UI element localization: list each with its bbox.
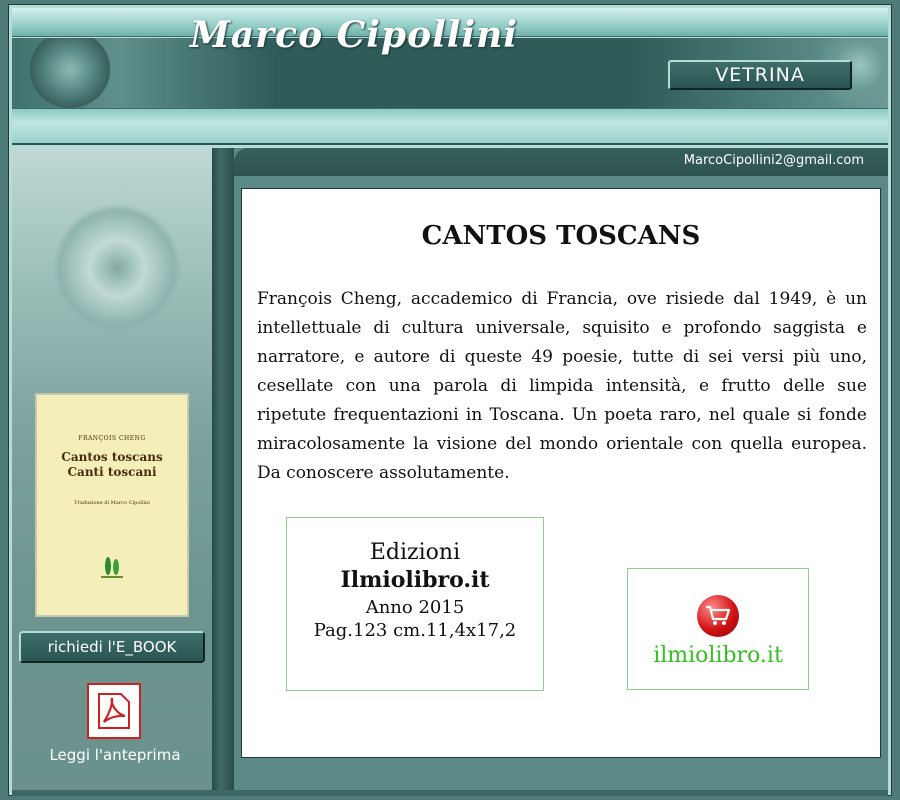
book-description: François Cheng, accademico di Francia, o… [257,289,867,483]
bottom-strip [12,790,888,796]
cover-title-line2: Canti toscani [67,465,157,479]
edition-year: Anno 2015 [365,597,465,618]
edition-pages: Pag.123 cm.11,4x17,2 [313,620,517,641]
book-cover-image[interactable]: FRANÇOIS CHENG Cantos toscans Canti tosc… [35,393,189,617]
ilmiolibro-link[interactable]: ilmiolibro.it [628,643,808,668]
sunflower-relief-ornament [52,203,182,333]
edition-info-box: Edizioni Ilmiolibro.it Anno 2015 Pag.123… [286,517,544,691]
shop-box[interactable]: ilmiolibro.it [627,568,809,690]
cover-title: Cantos toscans Canti toscani [37,450,187,480]
sidebar-divider [212,148,234,792]
request-ebook-button[interactable]: richiedi l'E_BOOK [19,631,205,663]
shopping-cart-icon[interactable] [697,595,739,637]
edition-label: Edizioni [369,540,461,565]
email-bar: MarcoCipollini2@gmail.com [234,148,888,176]
content-panel: CANTOS TOSCANS François Cheng, accademic… [241,188,881,758]
vetrina-button[interactable]: VETRINA [668,60,852,90]
pdf-icon[interactable] [87,683,141,739]
preview-link[interactable]: Leggi l'anteprima [12,746,218,764]
site-title[interactable]: Marco Cipollini [190,14,518,56]
cover-author: FRANÇOIS CHENG [78,435,146,442]
book-title: CANTOS TOSCANS [421,221,701,251]
header-bottom-strip [12,108,888,145]
cypress-trees-icon [101,557,123,578]
contact-email-link[interactable]: MarcoCipollini2@gmail.com [684,153,864,168]
publisher-name: Ilmiolibro.it [340,567,490,593]
cover-translation: Traduzione di Marco Cipollini [74,500,150,506]
sculpture-ornament-left [30,38,110,108]
cover-title-line1: Cantos toscans [61,450,163,464]
